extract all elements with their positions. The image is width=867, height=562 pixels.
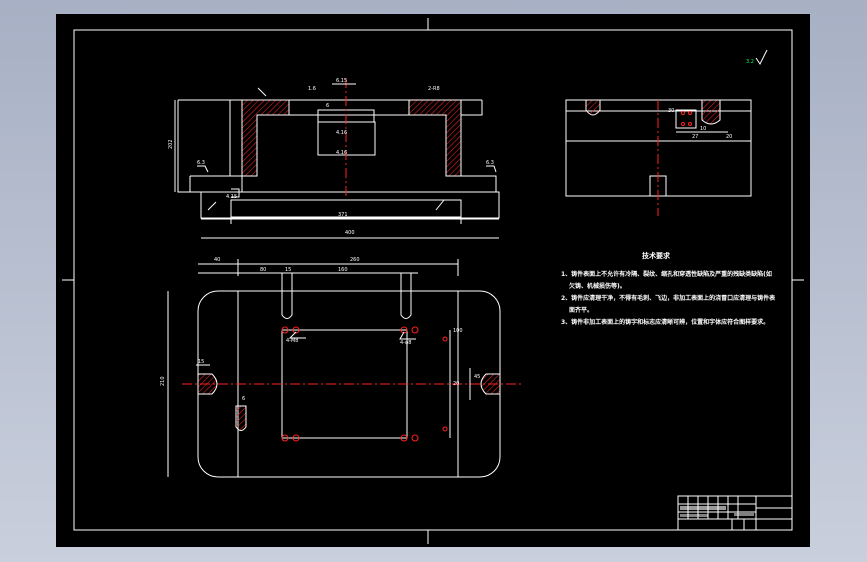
tech-req-line-2: 欠铸、机械损伤等)。 [569, 282, 626, 290]
plan-view: 40 260 80 15 160 210 15 100 20 45 4-M8 4… [160, 257, 522, 478]
svg-text:15: 15 [198, 359, 204, 365]
drawing-canvas: 3.2 371 400 202 6.3 6.3 6.15 1.6 2-R8 6 … [62, 18, 804, 544]
svg-text:202: 202 [168, 139, 174, 149]
svg-text:6.15: 6.15 [336, 78, 347, 84]
tech-req-line-3: 2、铸件应清理干净，不得有毛刺、飞边，非加工表面上的浇冒口应清理与铸件表 [561, 294, 776, 302]
svg-text:6.3: 6.3 [486, 160, 494, 166]
svg-text:15: 15 [285, 267, 291, 273]
svg-text:6.3: 6.3 [197, 160, 205, 166]
cad-viewport: 3.2 371 400 202 6.3 6.3 6.15 1.6 2-R8 6 … [0, 0, 867, 562]
svg-text:20: 20 [453, 381, 459, 387]
tech-req-line-4: 面齐平。 [569, 306, 593, 314]
svg-text:371: 371 [338, 212, 348, 218]
svg-text:210: 210 [160, 376, 166, 386]
section-hatch-right [408, 99, 462, 177]
svg-text:6: 6 [326, 103, 329, 109]
svg-text:4.15: 4.15 [226, 194, 237, 200]
svg-text:4.16: 4.16 [336, 150, 347, 156]
svg-text:6: 6 [242, 396, 245, 402]
svg-text:160: 160 [338, 267, 348, 273]
svg-text:1.6: 1.6 [308, 86, 316, 92]
side-view: 27 10 20 30 [565, 99, 752, 216]
svg-text:2-R8: 2-R8 [428, 86, 440, 92]
tech-requirements: 技术要求 1、铸件表面上不允许有冷隔、裂纹、缩孔和穿透性缺陷及严重的残缺类缺陷(… [561, 251, 776, 326]
section-hatch-left [241, 99, 290, 177]
svg-text:260: 260 [350, 257, 360, 263]
svg-text:4-φ8: 4-φ8 [400, 340, 411, 346]
svg-text:40: 40 [214, 257, 220, 263]
front-section-view: 371 400 202 6.3 6.3 6.15 1.6 2-R8 6 4.16… [168, 78, 500, 239]
svg-text:80: 80 [260, 267, 266, 273]
svg-text:3.2: 3.2 [746, 59, 754, 65]
svg-text:30: 30 [668, 108, 674, 114]
svg-text:4.16: 4.16 [336, 130, 347, 136]
drawing-sheet: 3.2 371 400 202 6.3 6.3 6.15 1.6 2-R8 6 … [56, 14, 810, 547]
tech-req-line-5: 3、铸件非加工表面上的铸字和标志应清晰可辨，位置和字体应符合图样要求。 [561, 318, 769, 326]
tech-req-title: 技术要求 [642, 251, 671, 260]
tech-req-line-1: 1、铸件表面上不允许有冷隔、裂纹、缩孔和穿透性缺陷及严重的残缺类缺陷(如 [561, 270, 772, 278]
svg-text:27: 27 [692, 134, 698, 140]
svg-text:4-M8: 4-M8 [286, 338, 298, 344]
title-block [677, 495, 793, 531]
svg-text:45: 45 [474, 374, 480, 380]
svg-text:20: 20 [726, 134, 732, 140]
svg-text:100: 100 [453, 328, 463, 334]
surface-roughness-mark: 3.2 [746, 49, 768, 65]
svg-text:400: 400 [345, 230, 355, 236]
svg-text:10: 10 [700, 126, 706, 132]
